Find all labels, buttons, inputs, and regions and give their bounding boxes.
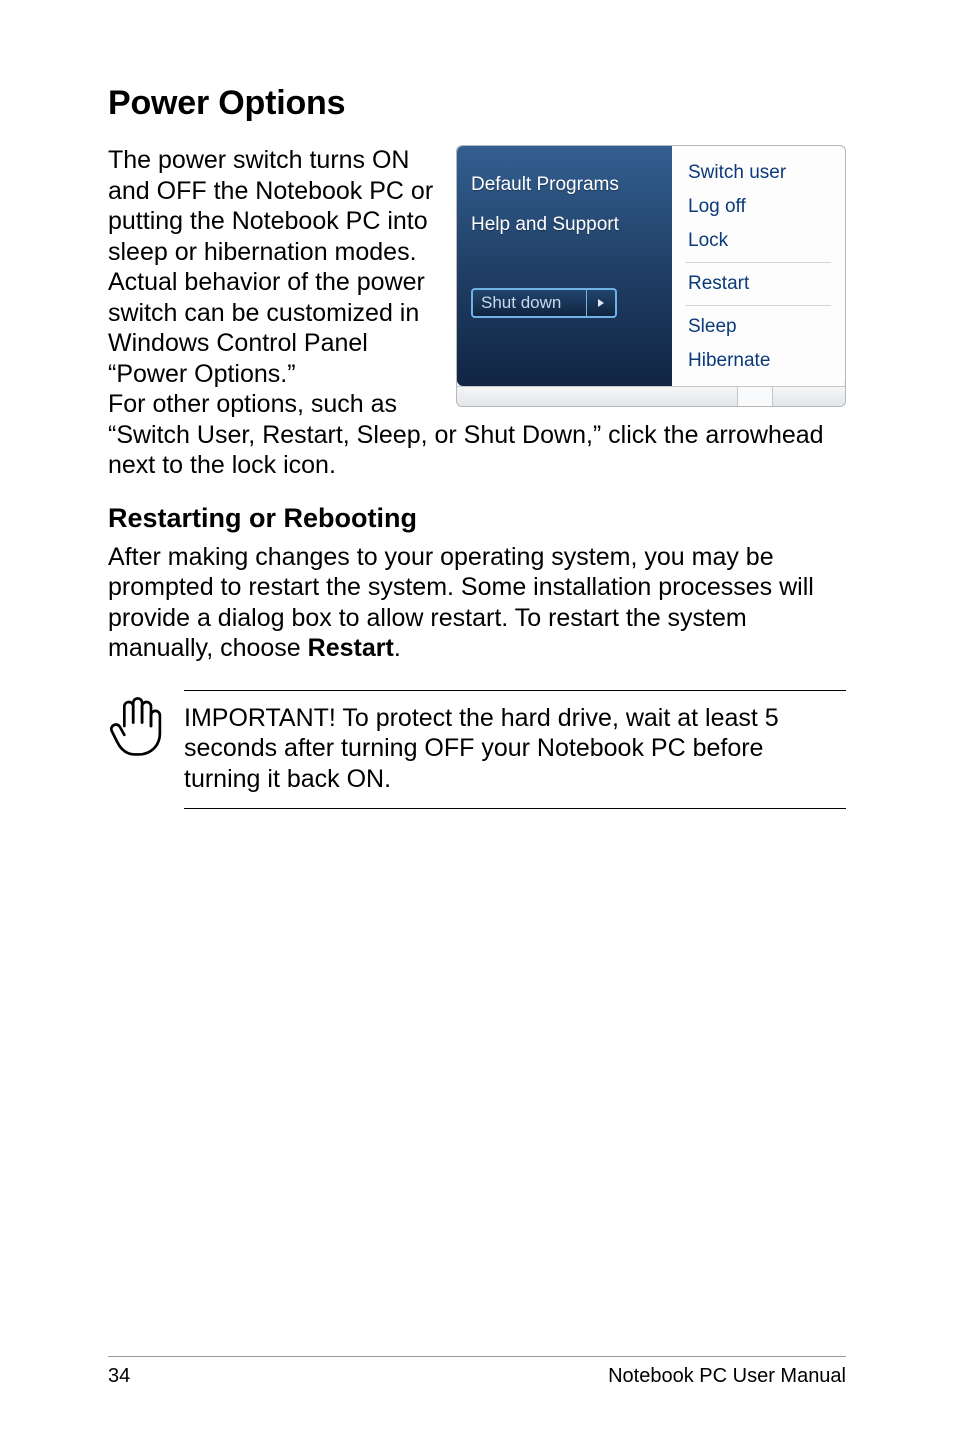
subheading-restarting: Restarting or Rebooting (108, 503, 846, 534)
body-paragraph-2: After making changes to your operating s… (108, 542, 846, 664)
page-number: 34 (108, 1365, 130, 1388)
shutdown-button-label: Shut down (473, 290, 587, 316)
menu-item-switch-user[interactable]: Switch user (686, 156, 831, 190)
menu-item-log-off[interactable]: Log off (686, 190, 831, 224)
page-footer: 34 Notebook PC User Manual (108, 1356, 846, 1388)
menu-divider (686, 305, 831, 306)
menu-item-sleep[interactable]: Sleep (686, 310, 831, 344)
important-hand-icon (108, 690, 162, 763)
start-menu-screenshot: Default Programs Help and Support Shut d… (456, 145, 846, 407)
body-paragraph-2-a: After making changes to your operating s… (108, 543, 814, 663)
body-paragraph-2-b: . (394, 634, 401, 662)
start-menu-item-default-programs[interactable]: Default Programs (471, 174, 662, 196)
manual-title: Notebook PC User Manual (608, 1365, 846, 1388)
shutdown-arrow-icon[interactable] (587, 290, 615, 316)
menu-item-hibernate[interactable]: Hibernate (686, 344, 831, 378)
menu-divider (686, 262, 831, 263)
menu-item-lock[interactable]: Lock (686, 224, 831, 258)
restart-bold: Restart (308, 634, 394, 662)
start-menu-left-pane: Default Programs Help and Support Shut d… (457, 146, 672, 386)
menu-item-restart[interactable]: Restart (686, 267, 831, 301)
important-callout-text: IMPORTANT! To protect the hard drive, wa… (184, 690, 846, 810)
taskbar-strip (457, 386, 845, 406)
page-title: Power Options (108, 84, 846, 123)
start-menu-item-help-support[interactable]: Help and Support (471, 214, 662, 236)
power-menu-flyout: Switch user Log off Lock Restart Sleep H… (672, 146, 845, 386)
shutdown-button[interactable]: Shut down (471, 288, 617, 318)
